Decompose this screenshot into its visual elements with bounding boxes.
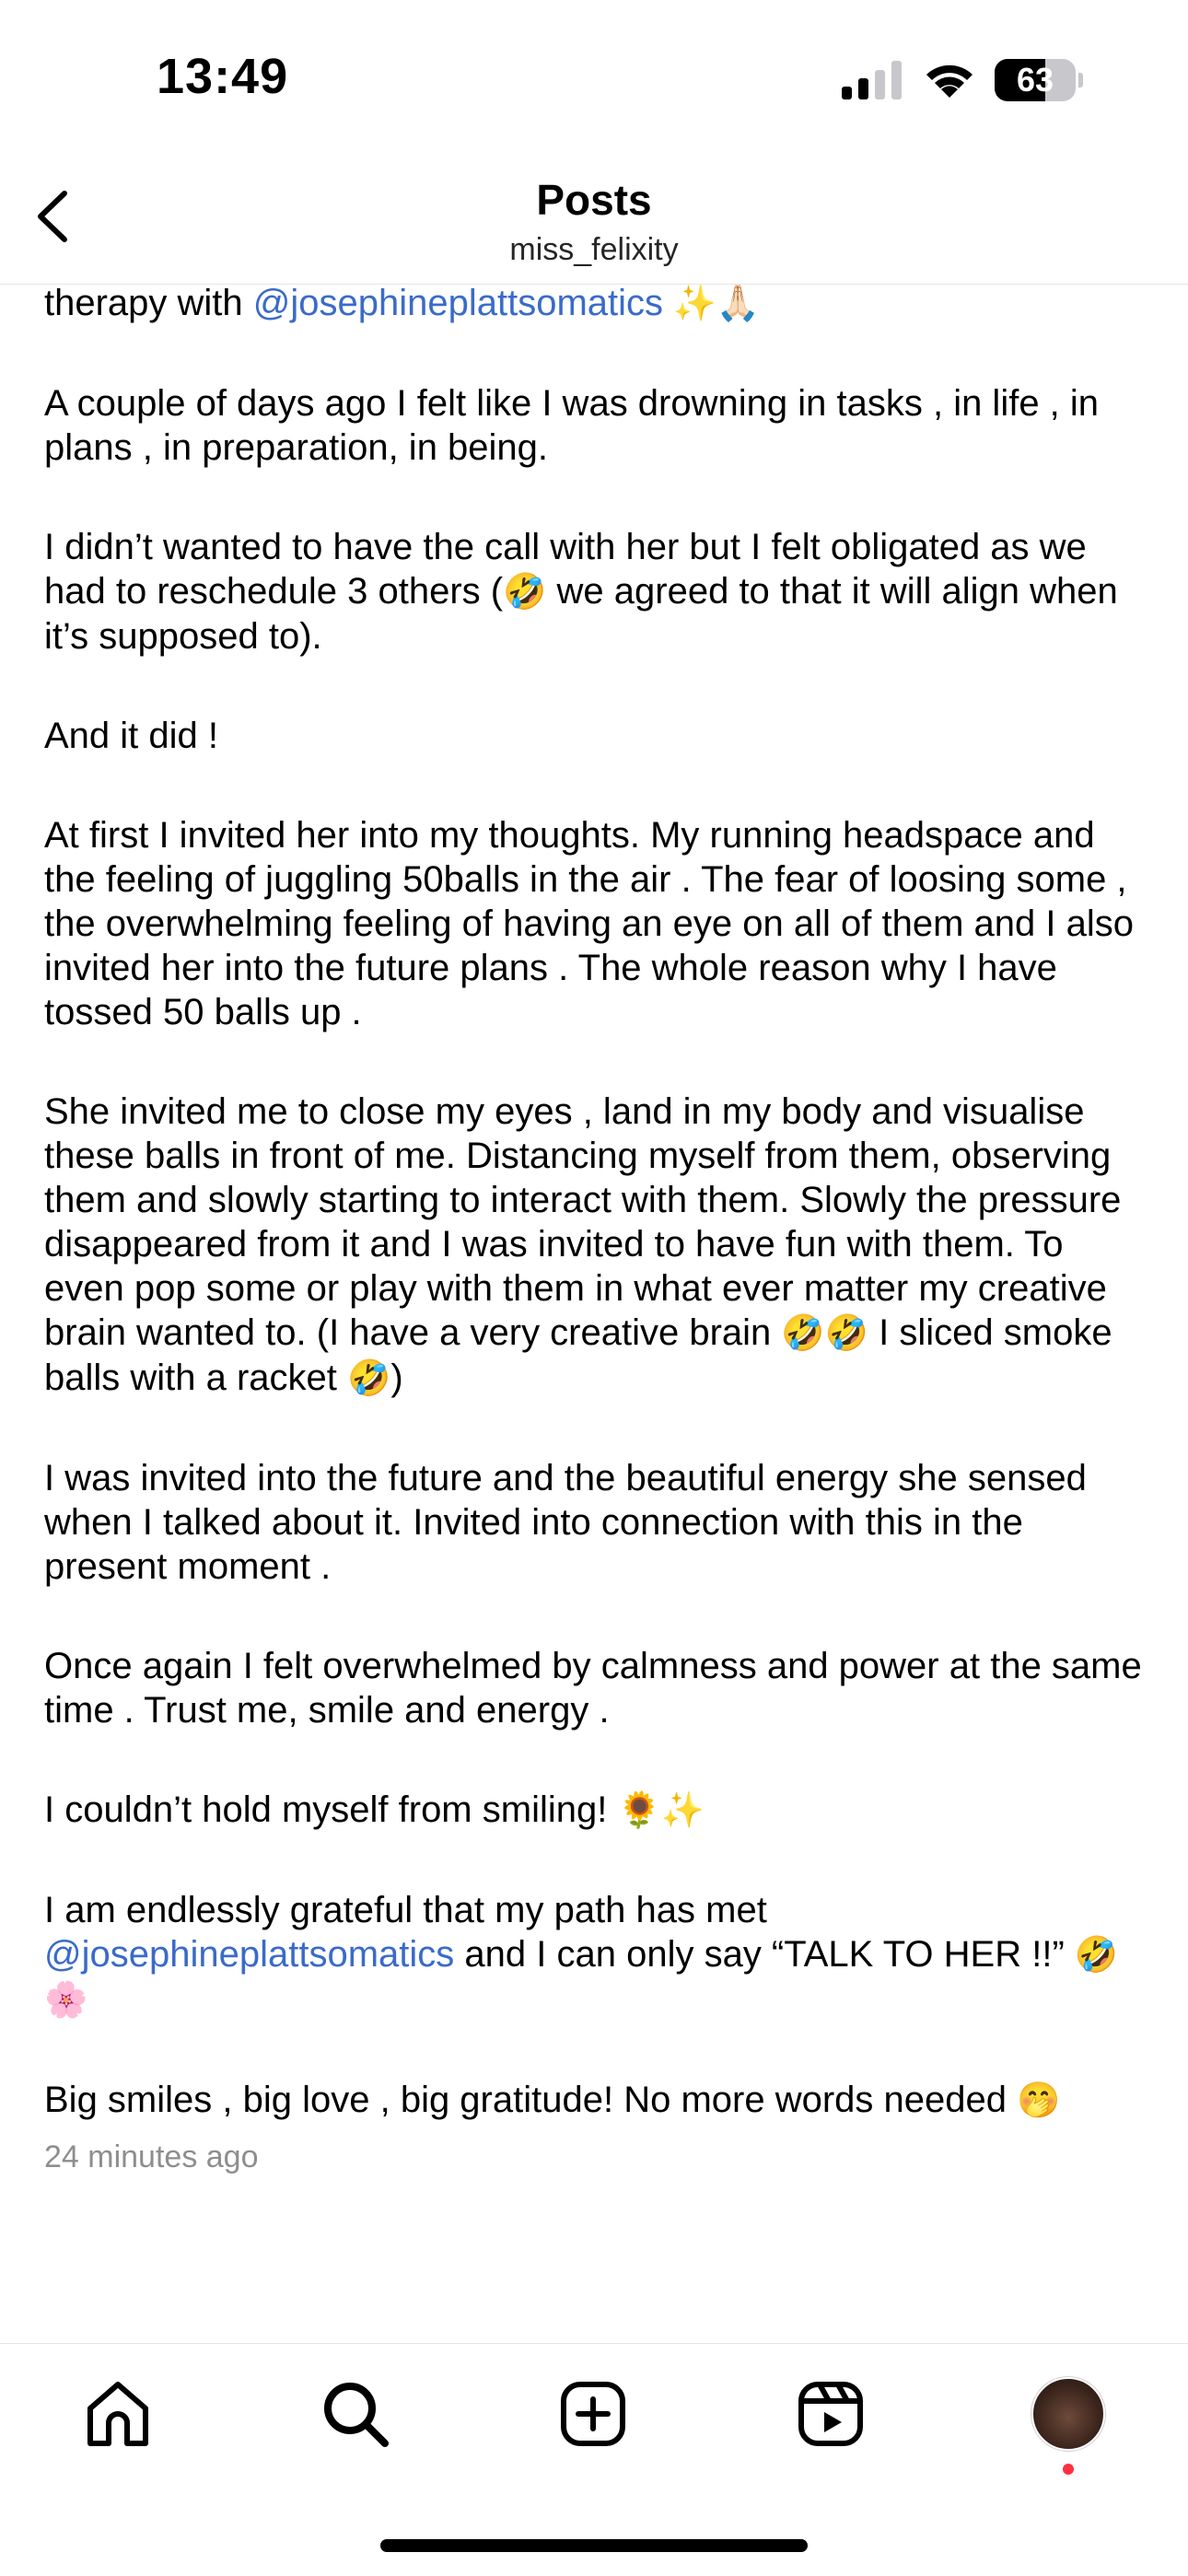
caption-text: Big smiles , big love , big gratitude! N… [44,2080,1018,2120]
caption-text: and I can only say “TALK TO HER !!” [454,1934,1075,1975]
emoji: 🌻✨ [617,1791,705,1830]
battery-icon: 63 [995,59,1083,101]
emoji: 🤣🤣 [781,1314,869,1353]
nav-header: Posts miss_felixity [0,157,1188,285]
mention-link[interactable]: @josephineplattsomatics [253,283,663,323]
create-icon[interactable] [556,2377,630,2451]
wifi-icon [926,64,973,98]
caption-text: ) [390,1358,403,1398]
reels-icon[interactable] [794,2377,868,2451]
home-icon[interactable] [81,2377,155,2451]
caption-text: I am endlessly grateful that my path has… [44,1890,767,1930]
emoji: 🤣 [503,573,547,612]
emoji: 🤣 [347,1359,391,1398]
page-title: Posts [536,176,652,224]
caption-paragraph-9: I am endlessly grateful that my path has… [44,1888,1149,2022]
battery-level: 63 [1016,61,1054,99]
username-subtitle[interactable]: miss_felixity [0,232,1188,268]
profile-avatar[interactable] [1031,2377,1105,2451]
caption-paragraph-2: I didn’t wanted to have the call with he… [44,525,1149,659]
caption-paragraph-7: Once again I felt overwhelmed by calmnes… [44,1646,1142,1731]
caption-paragraph-10: Big smiles , big love , big gratitude! N… [44,2078,1149,2123]
emoji: 🤭 [1017,2081,1061,2120]
mention-link[interactable]: @josephineplattsomatics [44,1934,454,1975]
signal-icon [842,61,902,99]
caption-text: therapy with [44,283,253,323]
search-icon[interactable] [319,2377,392,2451]
post-caption: therapy with @josephineplattsomatics ✨🙏🏻… [44,281,1149,2261]
caption-paragraph-6: I was invited into the future and the be… [44,1458,1087,1587]
caption-paragraph-4: At first I invited her into my thoughts.… [44,815,1134,1032]
notification-dot [1063,2464,1074,2475]
post-timestamp: 24 minutes ago [44,2139,259,2174]
caption-paragraph-1: A couple of days ago I felt like I was d… [44,383,1100,468]
caption-text: I couldn’t hold myself from smiling! [44,1789,618,1830]
bottom-tab-bar [0,2343,1188,2576]
status-bar: 13:49 63 [0,0,1188,157]
caption-paragraph-5: She invited me to close my eyes , land i… [44,1090,1149,1401]
home-indicator[interactable] [380,2539,808,2552]
status-time: 13:49 [157,49,289,104]
caption-line-0: therapy with @josephineplattsomatics ✨🙏🏻 [44,281,1149,326]
caption-paragraph-8: I couldn’t hold myself from smiling! 🌻✨ [44,1788,1149,1833]
emoji: ✨🙏🏻 [663,285,761,323]
caption-paragraph-3: And it did ! [44,716,219,756]
